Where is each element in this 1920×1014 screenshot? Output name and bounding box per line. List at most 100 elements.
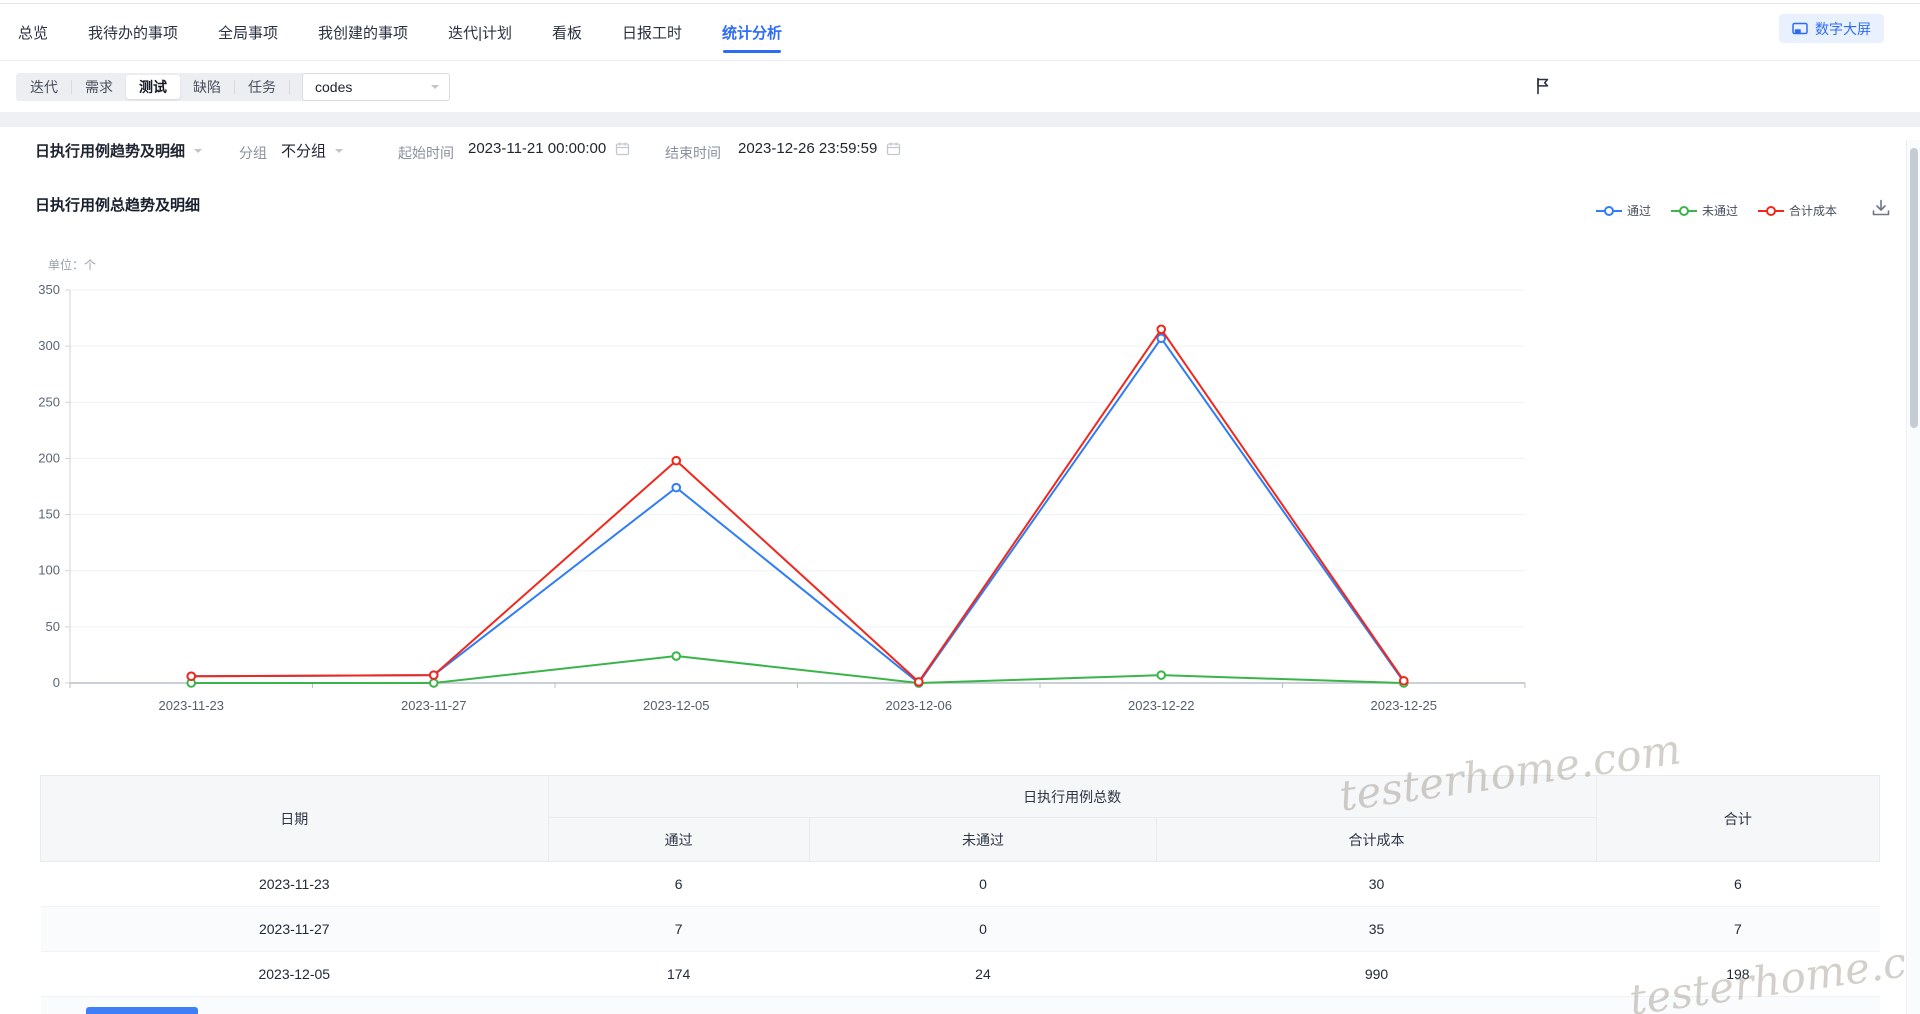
group-label: 分组 <box>239 145 267 161</box>
series-line-未通过 <box>191 655 1404 684</box>
scrollbar-thumb[interactable] <box>1910 148 1918 428</box>
screen-cast-icon <box>1792 22 1808 36</box>
chart-title: 日执行用例总趋势及明细 <box>35 197 201 214</box>
legend-marker <box>1596 205 1622 216</box>
cell-total: 198 <box>1596 951 1880 997</box>
cell-date: 2023-11-27 <box>40 906 549 952</box>
daily-case-table: 日期 日执行用例总数 合计 通过 未通过 合计成本 2023-11-23 6 0… <box>40 775 1881 1014</box>
legend-label: 通过 <box>1627 204 1652 218</box>
series-point <box>1156 670 1167 680</box>
table-header: 日期 日执行用例总数 合计 通过 未通过 合计成本 <box>40 775 1881 862</box>
chevron-down-icon <box>431 85 439 93</box>
cell-total: 6 <box>1596 861 1880 907</box>
nav-item-my-todos[interactable]: 我待办的事项 <box>88 22 178 43</box>
filter-bar: 日执行用例趋势及明细 分组 不分组 起始时间 2023-11-21 00:00:… <box>0 127 1920 175</box>
project-select-value: codes <box>315 79 353 95</box>
group-select[interactable]: 不分组 <box>281 140 344 161</box>
series-point <box>186 671 197 682</box>
series-point <box>671 651 682 661</box>
legend-item-cost[interactable]: 合计成本 <box>1758 202 1837 219</box>
module-tabs: 迭代 需求 测试 缺陷 任务 接口 <box>16 73 345 101</box>
nav-item-global-items[interactable]: 全局事项 <box>218 22 278 43</box>
cell-pass: 6 <box>548 861 810 907</box>
legend-item-pass[interactable]: 通过 <box>1596 202 1651 219</box>
y-axis-label: 0 <box>53 675 60 690</box>
x-axis-label: 2023-11-23 <box>158 698 224 713</box>
partial-element-bottom <box>86 1007 198 1014</box>
header-date: 日期 <box>40 775 549 862</box>
nav-item-daily-hours[interactable]: 日报工时 <box>622 22 682 43</box>
nav-item-statistics[interactable]: 统计分析 <box>722 22 782 53</box>
series-point <box>428 678 439 688</box>
cell-cost: 35 <box>1156 906 1597 952</box>
x-axis-label: 2023-12-06 <box>886 698 953 713</box>
page-background-gap <box>0 112 1920 127</box>
y-axis-label: 150 <box>38 507 60 522</box>
series-point <box>913 677 924 687</box>
y-axis-label: 350 <box>38 282 60 297</box>
y-axis-label: 300 <box>38 338 60 353</box>
nav-item-created-by-me[interactable]: 我创建的事项 <box>318 22 408 43</box>
header-group-total: 日执行用例总数 <box>547 775 1597 818</box>
cell-pass: 174 <box>548 951 810 997</box>
start-time-value: 2023-11-21 00:00:00 <box>468 140 607 157</box>
nav-item-overview[interactable]: 总览 <box>18 22 48 43</box>
series-line-通过 <box>191 337 1405 684</box>
series-line-合计成本 <box>191 328 1405 683</box>
tab-test[interactable]: 测试 <box>126 75 180 99</box>
cell-date: 2023-11-23 <box>40 861 549 907</box>
header-total: 合计 <box>1595 775 1881 862</box>
legend-label: 未通过 <box>1702 204 1739 218</box>
calendar-icon <box>886 141 901 156</box>
group-select-value: 不分组 <box>281 143 327 160</box>
y-axis-label: 200 <box>38 450 60 465</box>
header-cost: 合计成本 <box>1156 817 1597 862</box>
app-window: 总览 我待办的事项 全局事项 我创建的事项 迭代|计划 看板 日报工时 统计分析… <box>0 0 1920 1014</box>
chart-legend: 通过 未通过 合计成本 <box>1596 202 1837 219</box>
download-icon[interactable] <box>1870 198 1892 220</box>
table-row: 2023-12-05 174 24 990 198 <box>40 951 1880 997</box>
start-time-picker[interactable]: 2023-11-21 00:00:00 <box>468 140 630 157</box>
end-time-value: 2023-12-26 23:59:59 <box>738 140 878 157</box>
nav-item-kanban[interactable]: 看板 <box>552 22 582 43</box>
chevron-down-icon <box>194 148 203 157</box>
vertical-scrollbar[interactable] <box>1906 140 1920 1014</box>
header-pass: 通过 <box>547 817 810 862</box>
x-axis-label: 2023-12-22 <box>1128 698 1195 713</box>
digital-bigscreen-button[interactable]: 数字大屏 <box>1779 14 1884 43</box>
cell-fail: 0 <box>809 861 1157 907</box>
end-time-label: 结束时间 <box>665 145 721 161</box>
cell-pass: 7 <box>548 906 810 952</box>
header-fail: 未通过 <box>808 817 1158 862</box>
end-time-picker[interactable]: 2023-12-26 23:59:59 <box>738 140 901 157</box>
series-point <box>671 455 682 466</box>
y-axis-label: 250 <box>38 394 60 409</box>
table-row-partial <box>40 996 1880 1014</box>
start-time-label: 起始时间 <box>398 145 454 161</box>
flag-icon[interactable] <box>1531 75 1555 99</box>
series-point <box>1156 324 1167 335</box>
legend-item-fail[interactable]: 未通过 <box>1671 202 1738 219</box>
series-point <box>1398 675 1409 686</box>
report-type-select[interactable]: 日执行用例趋势及明细 <box>35 140 203 161</box>
series-point <box>671 482 682 493</box>
cell-fail: 24 <box>809 951 1157 997</box>
y-axis-label: 100 <box>38 563 60 578</box>
table-row: 2023-11-27 7 0 35 7 <box>40 906 1880 952</box>
x-axis-label: 2023-12-05 <box>643 698 710 713</box>
legend-marker <box>1671 205 1698 216</box>
toolbar: 迭代 需求 测试 缺陷 任务 接口 codes <box>0 62 1920 112</box>
tab-iteration[interactable]: 迭代 <box>17 75 71 99</box>
tab-task[interactable]: 任务 <box>235 75 289 99</box>
trend-line-chart: 0 50 100 150 200 250 300 350 2023-11-23 2023-11-2… <box>38 282 1526 713</box>
cell-cost: 990 <box>1156 951 1597 997</box>
x-axis-label: 2023-11-27 <box>401 698 467 713</box>
tab-defect[interactable]: 缺陷 <box>180 75 234 99</box>
calendar-icon <box>615 141 630 156</box>
digital-bigscreen-label: 数字大屏 <box>1815 20 1871 37</box>
series-point <box>1156 333 1167 344</box>
project-select[interactable]: codes <box>302 73 450 101</box>
tab-requirement[interactable]: 需求 <box>72 75 126 99</box>
nav-item-iteration-plan[interactable]: 迭代|计划 <box>448 22 512 43</box>
report-type-value: 日执行用例趋势及明细 <box>35 143 186 160</box>
